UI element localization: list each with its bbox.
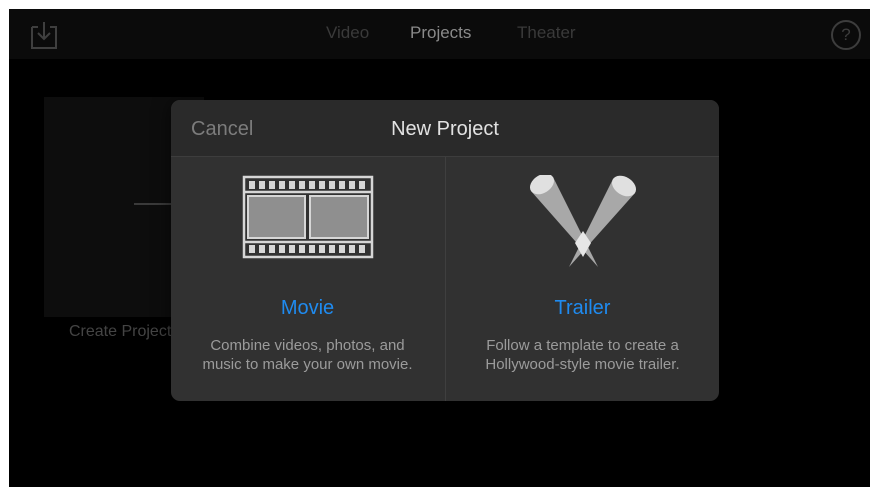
movie-option[interactable]: Movie Combine videos, photos, and music …	[171, 157, 444, 401]
movie-description-line: Combine videos, photos, and	[210, 337, 405, 354]
tab-projects[interactable]: Projects	[410, 23, 471, 43]
trailer-option[interactable]: Trailer Follow a template to create a Ho…	[445, 157, 719, 401]
dialog-header: Cancel New Project	[171, 100, 719, 157]
film-strip-icon	[171, 175, 444, 285]
movie-label: Movie	[280, 297, 335, 319]
help-button[interactable]: ?	[831, 20, 861, 50]
view-tabs: Video Projects Theater	[9, 9, 870, 59]
trailer-description: Follow a template to create a Hollywood-…	[454, 336, 711, 374]
spotlights-icon	[446, 175, 719, 285]
import-button[interactable]	[29, 21, 59, 51]
tab-video[interactable]: Video	[326, 23, 369, 43]
new-project-dialog: Cancel New Project Movie Combine videos,…	[171, 100, 719, 401]
import-download-icon	[31, 22, 57, 49]
dialog-title: New Project	[391, 118, 499, 140]
question-mark-icon: ?	[841, 25, 851, 44]
movie-description-line: music to make your own movie.	[202, 356, 413, 373]
tab-theater[interactable]: Theater	[517, 23, 576, 43]
movie-description: Combine videos, photos, and music to mak…	[179, 336, 436, 374]
trailer-description-line: Follow a template to create a	[486, 337, 679, 354]
app-window: Video Projects Theater ? Create Project …	[9, 9, 870, 487]
top-navigation-bar: Video Projects Theater ?	[9, 9, 870, 59]
trailer-label: Trailer	[554, 297, 611, 319]
trailer-description-line: Hollywood-style movie trailer.	[485, 356, 680, 373]
